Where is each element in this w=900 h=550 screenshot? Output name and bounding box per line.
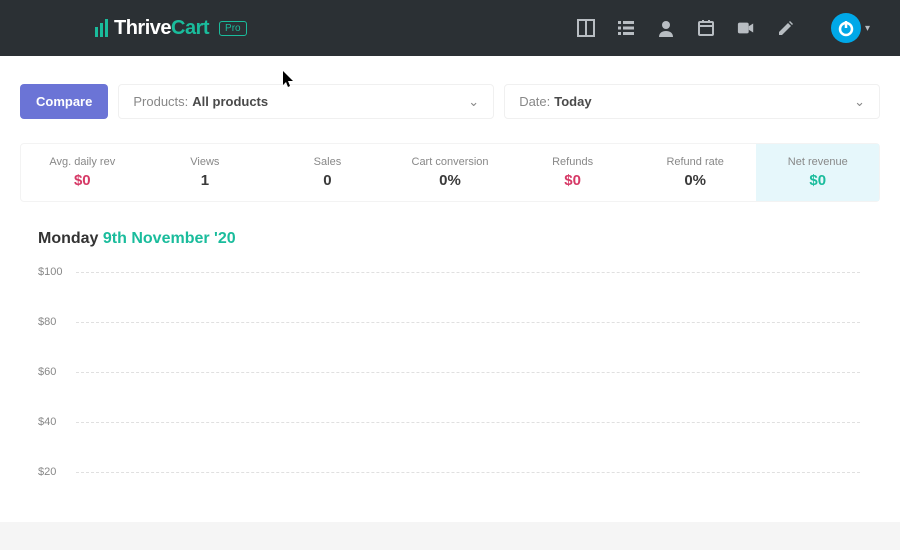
- stat-card[interactable]: Sales 0: [266, 144, 389, 201]
- video-icon[interactable]: [737, 19, 755, 37]
- power-icon: [831, 13, 861, 43]
- compare-button[interactable]: Compare: [20, 84, 108, 119]
- revenue-chart: $20 $40 $60 $80 $100: [20, 262, 880, 522]
- chart-gridline: [76, 422, 860, 423]
- user-icon[interactable]: [657, 19, 675, 37]
- stat-value: $0: [760, 172, 875, 189]
- stat-card[interactable]: Views 1: [144, 144, 267, 201]
- stat-label: Avg. daily rev: [25, 156, 140, 168]
- date-filter-value: Today: [554, 94, 591, 109]
- chart-ytick-label: $60: [38, 366, 56, 378]
- stats-row: Avg. daily rev$0Views1Sales0Cart convers…: [20, 143, 880, 202]
- pro-badge: Pro: [219, 21, 247, 36]
- stat-card[interactable]: Cart conversion 0%: [389, 144, 512, 201]
- stat-label: Sales: [270, 156, 385, 168]
- stat-card[interactable]: Refund rate 0%: [634, 144, 757, 201]
- chart-title-day: Monday: [38, 230, 98, 247]
- date-filter-label: Date:: [519, 94, 550, 109]
- stat-value: 0%: [393, 172, 508, 189]
- stat-label: Refunds: [515, 156, 630, 168]
- dashboard-icon[interactable]: [577, 19, 595, 37]
- products-filter-value: All products: [192, 94, 268, 109]
- stat-value: $0: [25, 172, 140, 189]
- top-nav: ThriveCart Pro ▾: [0, 0, 900, 56]
- brand-logo[interactable]: ThriveCart Pro: [95, 17, 247, 40]
- chevron-down-icon: ⌄: [854, 94, 865, 110]
- products-filter[interactable]: Products: All products ⌄: [118, 84, 494, 119]
- stat-label: Refund rate: [638, 156, 753, 168]
- stat-value: 0: [270, 172, 385, 189]
- filter-bar: Compare Products: All products ⌄ Date: T…: [20, 84, 880, 119]
- brand-name: ThriveCart: [114, 17, 209, 40]
- stat-card[interactable]: Refunds $0: [511, 144, 634, 201]
- mouse-cursor: [283, 71, 295, 89]
- stat-card[interactable]: Avg. daily rev $0: [21, 144, 144, 201]
- products-filter-label: Products:: [133, 94, 188, 109]
- stat-label: Views: [148, 156, 263, 168]
- power-menu[interactable]: ▾: [831, 13, 870, 43]
- logo-bars-icon: [95, 19, 108, 37]
- chart-ytick-label: $100: [38, 266, 62, 278]
- chart-gridline: [76, 272, 860, 273]
- date-filter[interactable]: Date: Today ⌄: [504, 84, 880, 119]
- chart-title-date: 9th November '20: [103, 230, 236, 247]
- chart-ytick-label: $80: [38, 316, 56, 328]
- chart-gridline: [76, 322, 860, 323]
- chevron-down-icon: ⌄: [468, 94, 479, 110]
- chart-title: Monday 9th November '20: [20, 230, 880, 248]
- calendar-icon[interactable]: [697, 19, 715, 37]
- chart-ytick-label: $20: [38, 466, 56, 478]
- stat-label: Cart conversion: [393, 156, 508, 168]
- chart-ytick-label: $40: [38, 416, 56, 428]
- main-content: Compare Products: All products ⌄ Date: T…: [0, 56, 900, 522]
- chart-gridline: [76, 472, 860, 473]
- chart-gridline: [76, 372, 860, 373]
- stat-card[interactable]: Net revenue $0: [756, 144, 879, 201]
- top-nav-icons: ▾: [577, 13, 870, 43]
- stat-label: Net revenue: [760, 156, 875, 168]
- stat-value: 0%: [638, 172, 753, 189]
- stat-value: 1: [148, 172, 263, 189]
- edit-icon[interactable]: [777, 19, 795, 37]
- chevron-down-icon: ▾: [865, 23, 870, 34]
- list-icon[interactable]: [617, 19, 635, 37]
- stat-value: $0: [515, 172, 630, 189]
